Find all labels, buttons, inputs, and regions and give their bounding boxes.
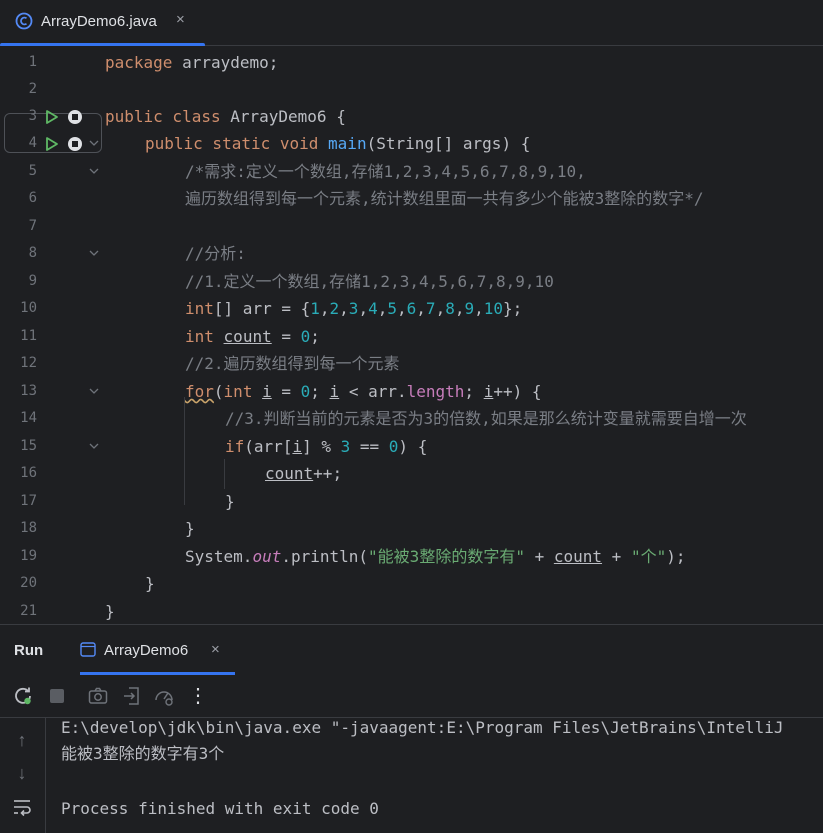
attach-debugger-icon[interactable] — [121, 685, 143, 707]
editor-tab-label: ArrayDemo6.java — [41, 13, 157, 30]
console-side-toolbar: ↑ ↓ — [0, 718, 46, 833]
line-number: 9 — [28, 273, 37, 289]
code-line: 2 — [0, 76, 823, 103]
code-text: } — [105, 602, 115, 621]
line-number: 14 — [20, 410, 37, 426]
profiler-icon[interactable] — [153, 685, 175, 707]
code-line: 9 //1.定义一个数组,存储1,2,3,4,5,6,7,8,9,10 — [0, 268, 823, 295]
run-config-tab[interactable]: ArrayDemo6 × — [70, 625, 235, 675]
stop-icon[interactable] — [67, 109, 83, 125]
code-line: 8 //分析: — [0, 240, 823, 267]
line-number: 6 — [28, 190, 37, 206]
line-number: 18 — [20, 520, 37, 536]
code-line: 15 if(arr[i] % 3 == 0) { — [0, 433, 823, 460]
code-comment: /*需求:定义一个数组,存储1,2,3,4,5,6,7,8,9,10, — [185, 162, 586, 181]
code-line: 4 public static void main(String[] args)… — [0, 130, 823, 157]
code-comment: //分析: — [185, 244, 246, 263]
code-editor[interactable]: 1 package arraydemo; 2 3 public class Ar… — [0, 46, 823, 624]
code-comment: //3.判断当前的元素是否为3的倍数,如果是那么统计变量就需要自增一次 — [225, 409, 747, 428]
run-tool-window: Run ArrayDemo6 × ⋮ ↑ ↓ E:\develop\jdk\bi… — [0, 624, 823, 833]
line-number: 2 — [28, 81, 37, 97]
line-number: 8 — [28, 245, 37, 261]
line-number: 16 — [20, 465, 37, 481]
code-text: for(int i = 0; i < arr.length; i++) { — [185, 382, 542, 401]
line-number: 21 — [20, 603, 37, 619]
code-line: 20 } — [0, 570, 823, 597]
code-text: public static void main(String[] args) { — [145, 134, 531, 153]
code-line: 13 for(int i = 0; i < arr.length; i++) { — [0, 378, 823, 405]
line-number: 7 — [28, 218, 37, 234]
code-text: System.out.println("能被3整除的数字有" + count +… — [185, 547, 686, 566]
java-class-icon — [15, 12, 33, 30]
code-line: 16 count++; — [0, 460, 823, 487]
line-number: 3 — [28, 108, 37, 124]
line-number: 5 — [28, 163, 37, 179]
close-icon[interactable]: × — [211, 641, 220, 658]
line-number: 4 — [28, 135, 37, 151]
close-icon[interactable]: × — [176, 11, 185, 28]
line-number: 1 — [28, 54, 37, 70]
code-line: 17 } — [0, 488, 823, 515]
run-toolbar: ⋮ — [0, 674, 823, 718]
line-number: 11 — [20, 328, 37, 344]
camera-icon[interactable] — [87, 685, 109, 707]
code-line: 1 package arraydemo; — [0, 49, 823, 76]
console-line: E:\develop\jdk\bin\java.exe "-javaagent:… — [61, 718, 784, 737]
more-options-icon[interactable]: ⋮ — [187, 685, 209, 707]
code-line: 5 /*需求:定义一个数组,存储1,2,3,4,5,6,7,8,9,10, — [0, 158, 823, 185]
line-number: 15 — [20, 438, 37, 454]
run-class-icon[interactable] — [44, 109, 60, 125]
console-tab-icon — [80, 642, 96, 657]
code-line: 21 } — [0, 598, 823, 624]
code-line: 3 public class ArrayDemo6 { — [0, 103, 823, 130]
console-line: Process finished with exit code 0 — [61, 799, 379, 818]
code-text: } — [225, 492, 235, 511]
code-line: 10 int[] arr = {1,2,3,4,5,6,7,8,9,10}; — [0, 295, 823, 322]
scroll-down-icon[interactable]: ↓ — [12, 763, 32, 783]
line-number: 19 — [20, 548, 37, 564]
fold-icon[interactable] — [88, 130, 100, 157]
fold-icon[interactable] — [88, 433, 100, 460]
code-text: int[] arr = {1,2,3,4,5,6,7,8,9,10}; — [185, 299, 523, 318]
fold-icon[interactable] — [88, 158, 100, 185]
run-main-icon[interactable] — [44, 136, 60, 152]
code-comment: //1.定义一个数组,存储1,2,3,4,5,6,7,8,9,10 — [185, 272, 554, 291]
code-text: package arraydemo; — [105, 53, 279, 72]
rerun-icon[interactable] — [12, 685, 34, 707]
code-line: 14 //3.判断当前的元素是否为3的倍数,如果是那么统计变量就需要自增一次 — [0, 405, 823, 432]
code-line: 11 int count = 0; — [0, 323, 823, 350]
code-line: 6 遍历数组得到每一个元素,统计数组里面一共有多少个能被3整除的数字*/ — [0, 185, 823, 212]
code-text: count++; — [265, 464, 343, 483]
code-line: 12 //2.遍历数组得到每一个元素 — [0, 350, 823, 377]
line-number: 20 — [20, 575, 37, 591]
code-text: if(arr[i] % 3 == 0) { — [225, 437, 428, 456]
line-number: 17 — [20, 493, 37, 509]
run-tab-label: ArrayDemo6 — [104, 642, 189, 659]
editor-tab-bar: ArrayDemo6.java × — [0, 0, 823, 47]
soft-wrap-icon[interactable] — [12, 797, 32, 817]
code-line: 7 — [0, 213, 823, 240]
code-comment: 遍历数组得到每一个元素,统计数组里面一共有多少个能被3整除的数字*/ — [185, 189, 704, 208]
fold-icon[interactable] — [88, 378, 100, 405]
code-text: } — [185, 519, 195, 538]
editor-tab-arraydemo6[interactable]: ArrayDemo6.java × — [0, 0, 205, 47]
code-comment: //2.遍历数组得到每一个元素 — [185, 354, 400, 373]
console-line: 能被3整除的数字有3个 — [61, 744, 225, 763]
code-text: } — [145, 574, 155, 593]
code-line: 19 System.out.println("能被3整除的数字有" + coun… — [0, 543, 823, 570]
code-text: int count = 0; — [185, 327, 320, 346]
line-number: 12 — [20, 355, 37, 371]
line-number: 13 — [20, 383, 37, 399]
fold-icon[interactable] — [88, 240, 100, 267]
run-panel-title: Run — [14, 642, 44, 659]
code-line: 18 } — [0, 515, 823, 542]
console-output[interactable]: E:\develop\jdk\bin\java.exe "-javaagent:… — [61, 718, 823, 833]
stop-icon[interactable] — [67, 136, 83, 152]
code-text: public class ArrayDemo6 { — [105, 107, 346, 126]
line-number: 10 — [20, 300, 37, 316]
scroll-up-icon[interactable]: ↑ — [12, 730, 32, 750]
run-header: Run ArrayDemo6 × — [0, 624, 823, 675]
stop-icon[interactable] — [46, 685, 68, 707]
